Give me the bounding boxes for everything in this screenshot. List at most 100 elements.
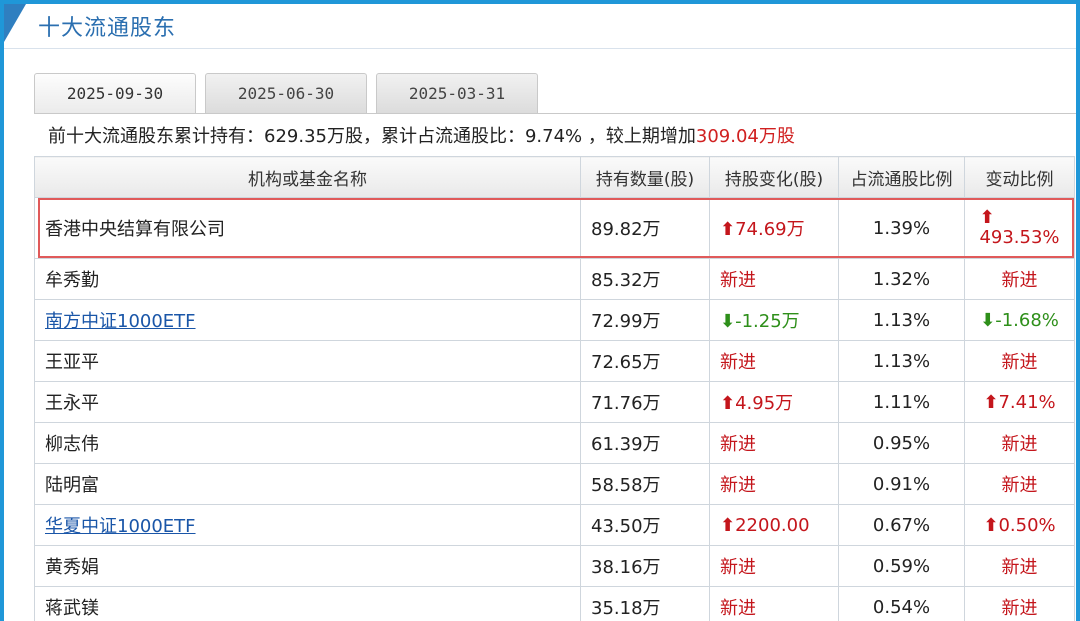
arrow-up-icon: ⬆	[720, 393, 736, 414]
change-pct-cell: ⬇-1.68%	[964, 299, 1075, 341]
holding-change-value: 2200.00	[735, 514, 810, 536]
holding-change-value: 新进	[720, 270, 756, 291]
change-pct-cell: 新进	[964, 463, 1075, 505]
change-pct-cell: ⬆0.50%	[964, 504, 1075, 546]
shareholder-name: 王永平	[45, 393, 99, 414]
arrow-down-icon: ⬇	[720, 311, 736, 332]
shareholder-name-cell: 王亚平	[34, 340, 581, 382]
page-title: 十大流通股东	[38, 16, 177, 41]
holding-amount: 89.82万	[580, 197, 710, 259]
change-pct-cell: 新进	[964, 258, 1075, 300]
float-ratio: 0.67%	[838, 504, 965, 546]
change-pct-value: 新进	[1001, 475, 1038, 496]
shareholder-name-cell: 香港中央结算有限公司	[34, 197, 581, 259]
float-ratio: 0.59%	[838, 545, 965, 587]
shareholders-panel: 十大流通股东 2025-09-30 2025-06-30 2025-03-31 …	[4, 4, 1076, 621]
holding-amount: 35.18万	[580, 586, 710, 621]
shareholder-name-cell: 蒋武镁	[34, 586, 581, 621]
change-pct-cell: 新进	[964, 340, 1075, 382]
holding-amount: 85.32万	[580, 258, 710, 300]
table-row: 蒋武镁 35.18万 新进 0.54% 新进	[34, 586, 1075, 621]
table-row: 王亚平 72.65万 新进 1.13% 新进	[34, 340, 1075, 382]
shareholder-name: 蒋武镁	[45, 598, 99, 619]
float-ratio: 1.32%	[838, 258, 965, 300]
holding-change-value: 新进	[720, 434, 756, 455]
float-ratio: 1.13%	[838, 299, 965, 341]
shareholder-name-cell: 牟秀勤	[34, 258, 581, 300]
col-header-amount: 持有数量(股)	[580, 156, 710, 198]
holding-change-cell: 新进	[709, 258, 839, 300]
holding-change-cell: 新进	[709, 340, 839, 382]
float-ratio: 1.11%	[838, 381, 965, 423]
change-pct-cell: 新进	[964, 545, 1075, 587]
change-pct-value: 0.50%	[998, 514, 1056, 536]
shareholder-name: 牟秀勤	[45, 270, 99, 291]
holding-amount: 43.50万	[580, 504, 710, 546]
shareholder-name-cell: 黄秀娟	[34, 545, 581, 587]
summary-increase: 309.04万股	[695, 126, 795, 147]
holding-change-cell: 新进	[709, 463, 839, 505]
change-pct-value: 新进	[1001, 434, 1038, 455]
change-pct-value: 7.41%	[998, 391, 1056, 413]
holding-change-cell: 新进	[709, 586, 839, 621]
shareholder-name: 柳志伟	[45, 434, 99, 455]
arrow-up-icon: ⬆	[720, 219, 736, 240]
holding-change-value: 新进	[720, 598, 756, 619]
table-row: 柳志伟 61.39万 新进 0.95% 新进	[34, 422, 1075, 464]
col-header-ratio: 占流通股比例	[838, 156, 965, 198]
change-pct-value: -1.68%	[995, 309, 1059, 331]
shareholder-name: 陆明富	[45, 475, 99, 496]
float-ratio: 1.13%	[838, 340, 965, 382]
table-row: 南方中证1000ETF 72.99万 ⬇-1.25万 1.13% ⬇-1.68%	[34, 299, 1075, 341]
table-row: 牟秀勤 85.32万 新进 1.32% 新进	[34, 258, 1075, 300]
table-header-row: 机构或基金名称 持有数量(股) 持股变化(股) 占流通股比例 变动比例	[34, 156, 1075, 198]
table-row: 黄秀娟 38.16万 新进 0.59% 新进	[34, 545, 1075, 587]
shareholder-name-cell: 南方中证1000ETF	[34, 299, 581, 341]
float-ratio: 0.95%	[838, 422, 965, 464]
table-row: 华夏中证1000ETF 43.50万 ⬆2200.00 0.67% ⬆0.50%	[34, 504, 1075, 546]
arrow-up-icon: ⬆	[979, 207, 995, 228]
col-header-change: 持股变化(股)	[709, 156, 839, 198]
holding-change-cell: 新进	[709, 422, 839, 464]
change-pct-cell: ⬆7.41%	[964, 381, 1075, 423]
shareholders-table: 机构或基金名称 持有数量(股) 持股变化(股) 占流通股比例 变动比例 香港中央…	[34, 156, 1075, 621]
shareholder-name-link[interactable]: 华夏中证1000ETF	[45, 516, 196, 537]
holding-change-cell: ⬆4.95万	[709, 381, 839, 423]
holding-change-value: -1.25万	[735, 311, 800, 332]
shareholder-name-link[interactable]: 南方中证1000ETF	[45, 311, 196, 332]
table-row: 陆明富 58.58万 新进 0.91% 新进	[34, 463, 1075, 505]
holding-amount: 72.99万	[580, 299, 710, 341]
holding-change-value: 新进	[720, 352, 756, 373]
tab-period-2[interactable]: 2025-03-31	[376, 73, 538, 113]
arrow-down-icon: ⬇	[980, 309, 996, 331]
shareholder-name: 王亚平	[45, 352, 99, 373]
arrow-up-icon: ⬆	[983, 514, 999, 536]
holding-change-cell: ⬆2200.00	[709, 504, 839, 546]
float-ratio: 0.54%	[838, 586, 965, 621]
shareholder-name: 香港中央结算有限公司	[45, 219, 225, 240]
shareholder-name-cell: 柳志伟	[34, 422, 581, 464]
title-divider	[4, 48, 1076, 49]
change-pct-cell: ⬆ 493.53%	[964, 197, 1075, 259]
holdings-summary: 前十大流通股东累计持有：629.35万股，累计占流通股比：9.74% ，较上期增…	[48, 122, 795, 148]
float-ratio: 0.91%	[838, 463, 965, 505]
table-body: 香港中央结算有限公司 89.82万 ⬆74.69万 1.39% ⬆ 493.53% 牟秀勤 8…	[34, 197, 1075, 621]
holding-amount: 61.39万	[580, 422, 710, 464]
holding-change-cell: ⬆74.69万	[709, 197, 839, 259]
shareholder-name: 黄秀娟	[45, 557, 99, 578]
change-pct-cell: 新进	[964, 586, 1075, 621]
shareholder-name-cell: 华夏中证1000ETF	[34, 504, 581, 546]
holding-change-value: 新进	[720, 557, 756, 578]
holding-change-cell: ⬇-1.25万	[709, 299, 839, 341]
holding-change-value: 74.69万	[735, 219, 805, 240]
title-corner-decoration	[4, 4, 26, 42]
holding-amount: 72.65万	[580, 340, 710, 382]
holding-change-cell: 新进	[709, 545, 839, 587]
tab-period-1[interactable]: 2025-06-30	[205, 73, 367, 113]
holding-amount: 71.76万	[580, 381, 710, 423]
change-pct-value: 493.53%	[979, 227, 1060, 248]
col-header-name: 机构或基金名称	[34, 156, 581, 198]
tab-period-0[interactable]: 2025-09-30	[34, 73, 196, 113]
holding-change-value: 4.95万	[735, 393, 794, 414]
shareholder-name-cell: 陆明富	[34, 463, 581, 505]
